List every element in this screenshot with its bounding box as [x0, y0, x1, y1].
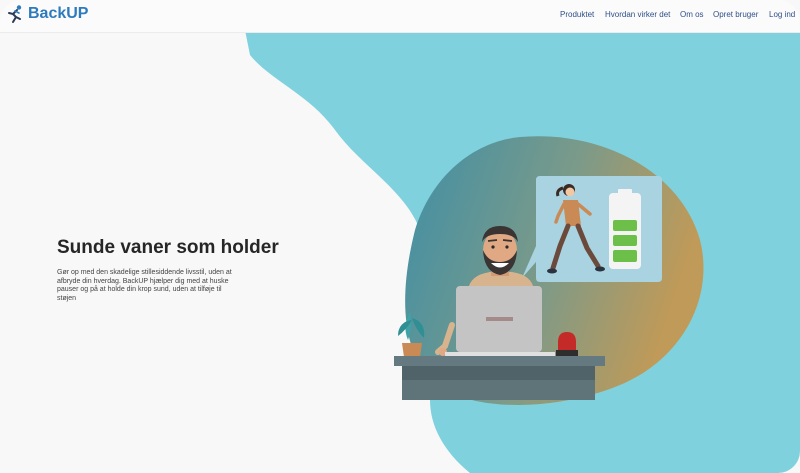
hero-title: Sunde vaner som holder: [57, 237, 279, 258]
nav-link-produktet[interactable]: Produktet: [560, 10, 594, 19]
laptop: [445, 286, 555, 357]
desk: [394, 356, 605, 400]
hero-description: Gør op med den skadelige stillesiddende …: [57, 269, 232, 302]
page: BackUP Produktet Hvordan virker det Om o…: [0, 0, 800, 473]
brand-logo[interactable]: BackUP: [6, 4, 88, 24]
nav-link-opret-bruger[interactable]: Opret bruger: [713, 10, 758, 19]
battery-icon: [609, 189, 641, 269]
site-header: BackUP Produktet Hvordan virker det Om o…: [0, 0, 800, 33]
nav-link-om-os[interactable]: Om os: [680, 10, 704, 19]
speech-bubble: [522, 176, 662, 282]
runner-logo-icon: [8, 5, 22, 23]
nav-link-hvordan-virker-det[interactable]: Hvordan virker det: [605, 10, 670, 19]
brand-name: BackUP: [28, 5, 89, 22]
nav-link-log-ind[interactable]: Log ind: [769, 10, 795, 19]
